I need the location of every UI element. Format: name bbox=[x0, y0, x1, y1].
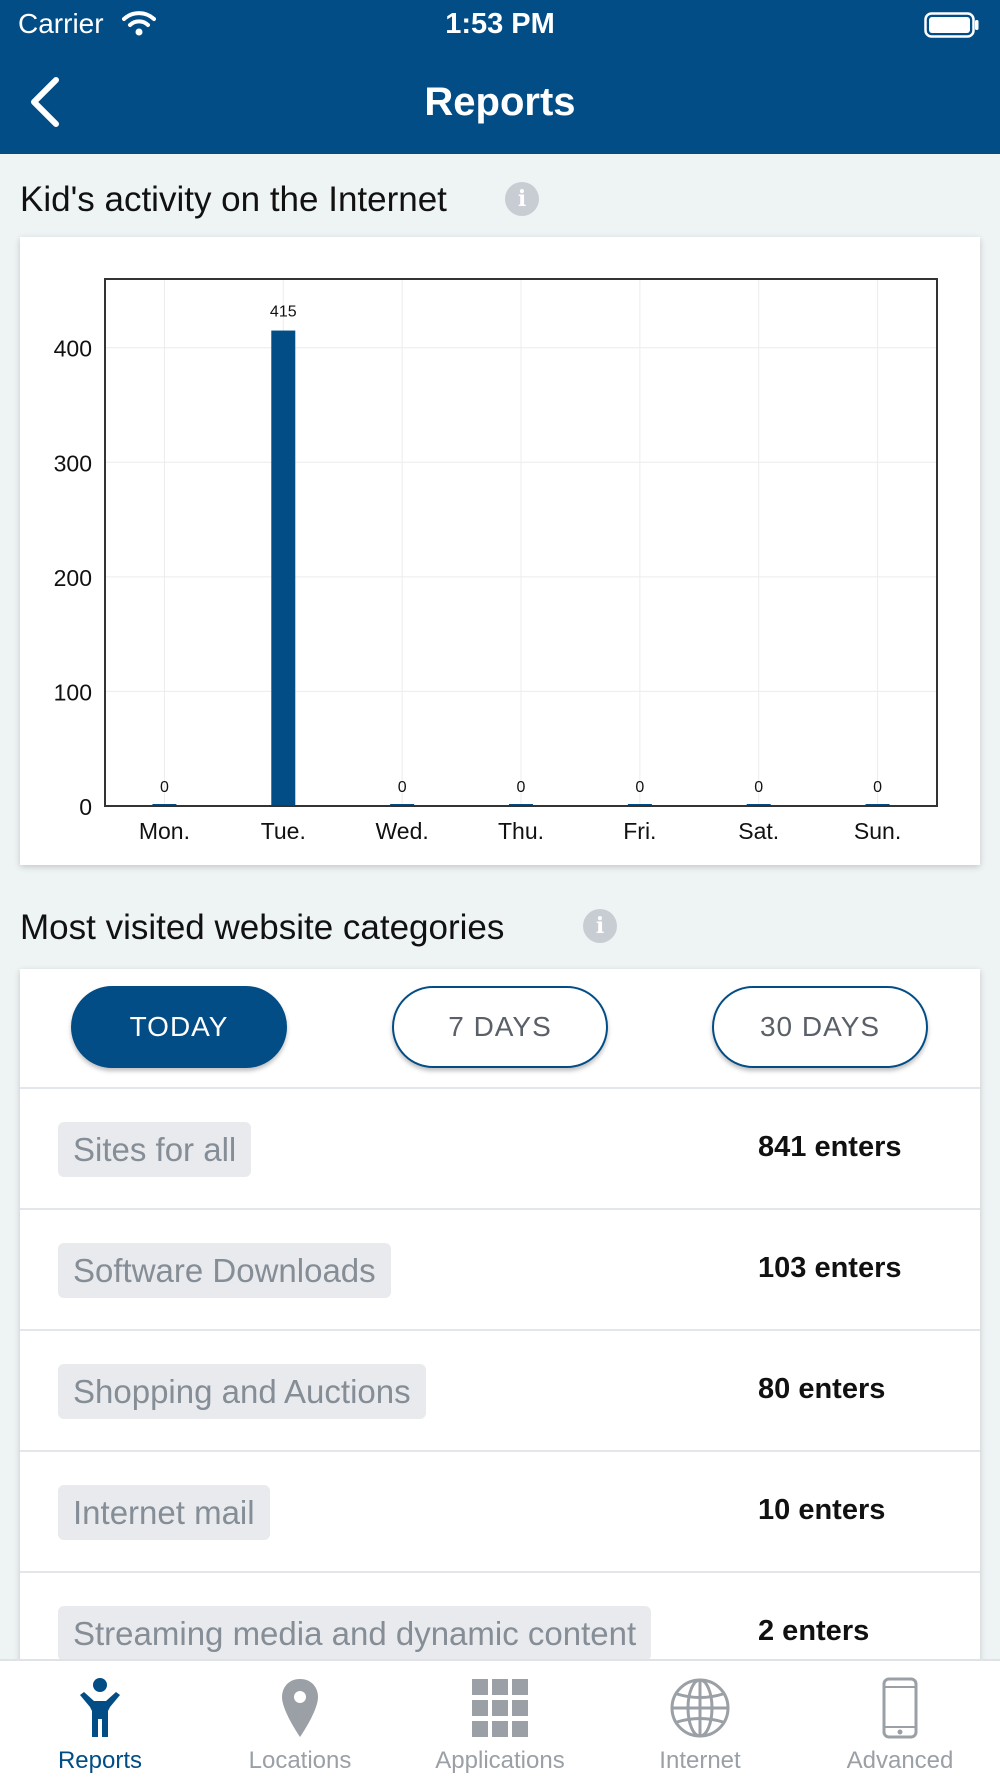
period-filter-row: TODAY 7 DAYS 30 DAYS bbox=[20, 969, 980, 1089]
tab-label: Internet bbox=[659, 1747, 741, 1774]
bottom-tab-bar: Reports Locations Applications Internet bbox=[0, 1659, 1000, 1778]
bar-data-label: 0 bbox=[160, 779, 169, 796]
person-icon bbox=[80, 1678, 120, 1737]
x-tick-label: Fri. bbox=[623, 818, 656, 844]
bar-data-label: 415 bbox=[270, 304, 297, 321]
battery-icon bbox=[924, 12, 979, 38]
category-chip: Shopping and Auctions bbox=[58, 1364, 426, 1419]
category-row[interactable]: Sites for all 841 enters bbox=[20, 1089, 980, 1210]
x-tick-label: Mon. bbox=[139, 818, 190, 844]
status-bar: Carrier 1:53 PM bbox=[0, 0, 1000, 50]
x-tick-label: Wed. bbox=[376, 818, 429, 844]
y-tick-label: 100 bbox=[54, 679, 92, 705]
tab-label: Applications bbox=[435, 1747, 565, 1774]
tab-label: Advanced bbox=[846, 1747, 954, 1774]
tab-applications[interactable]: Applications bbox=[400, 1661, 600, 1778]
bar-data-label: 0 bbox=[398, 779, 407, 796]
tab-locations[interactable]: Locations bbox=[200, 1661, 400, 1778]
categories-section-title: Most visited website categories bbox=[20, 908, 505, 947]
bar-data-label: 0 bbox=[517, 779, 526, 796]
globe-icon bbox=[670, 1678, 730, 1738]
y-tick-label: 400 bbox=[54, 336, 92, 362]
filter-7-days-button[interactable]: 7 DAYS bbox=[392, 986, 608, 1068]
category-chip: Streaming media and dynamic content bbox=[58, 1606, 652, 1661]
activity-chart-card: 0 100 200 300 400 0 Mon. 415 Tue. 0 Wed. 0 Thu. 0 Fri.… bbox=[20, 237, 980, 865]
tab-advanced[interactable]: Advanced bbox=[800, 1661, 1000, 1778]
activity-bar-chart: 0 100 200 300 400 0 Mon. 415 Tue. 0 Wed. 0 Thu. 0 Fri.… bbox=[54, 278, 938, 844]
tab-internet[interactable]: Internet bbox=[600, 1661, 800, 1778]
filter-30-days-button[interactable]: 30 DAYS bbox=[712, 986, 928, 1068]
category-count: 80 enters bbox=[758, 1373, 886, 1405]
categories-card: TODAY 7 DAYS 30 DAYS Sites for all 841 e… bbox=[20, 969, 980, 1669]
bar-data-label: 0 bbox=[754, 779, 763, 796]
tab-label: Reports bbox=[57, 1747, 143, 1774]
y-tick-label: 0 bbox=[79, 794, 92, 820]
category-chip: Sites for all bbox=[58, 1122, 252, 1177]
category-row[interactable]: Streaming media and dynamic content 2 en… bbox=[20, 1573, 980, 1669]
category-count: 841 enters bbox=[758, 1131, 902, 1163]
category-count: 2 enters bbox=[758, 1615, 870, 1647]
category-count: 10 enters bbox=[758, 1494, 886, 1526]
tab-label: Locations bbox=[248, 1747, 352, 1774]
category-chip: Internet mail bbox=[58, 1485, 270, 1540]
filter-today-button[interactable]: TODAY bbox=[71, 986, 287, 1068]
app-header: Carrier 1:53 PM Reports bbox=[0, 0, 1000, 154]
page-title: Reports bbox=[424, 80, 576, 124]
x-tick-label: Sun. bbox=[854, 818, 901, 844]
phone-icon bbox=[882, 1677, 918, 1739]
location-pin-icon bbox=[282, 1679, 318, 1737]
activity-section-title: Kid's activity on the Internet bbox=[20, 180, 447, 219]
bar-data-label: 0 bbox=[635, 779, 644, 796]
x-tick-label: Sat. bbox=[738, 818, 779, 844]
chart-bar bbox=[271, 330, 296, 806]
y-tick-label: 300 bbox=[54, 450, 92, 476]
categories-info-icon[interactable]: i bbox=[583, 909, 617, 943]
tab-reports[interactable]: Reports bbox=[0, 1661, 200, 1778]
category-row[interactable]: Internet mail 10 enters bbox=[20, 1452, 980, 1573]
category-row[interactable]: Shopping and Auctions 80 enters bbox=[20, 1331, 980, 1452]
y-tick-label: 200 bbox=[54, 565, 92, 591]
bar-data-label: 0 bbox=[873, 779, 882, 796]
x-tick-label: Thu. bbox=[498, 818, 544, 844]
category-row[interactable]: Software Downloads 103 enters bbox=[20, 1210, 980, 1331]
grid-icon bbox=[472, 1679, 528, 1737]
category-chip: Software Downloads bbox=[58, 1243, 391, 1298]
x-tick-label: Tue. bbox=[261, 818, 306, 844]
category-count: 103 enters bbox=[758, 1252, 902, 1284]
status-time: 1:53 PM bbox=[445, 8, 555, 40]
activity-info-icon[interactable]: i bbox=[505, 182, 539, 216]
